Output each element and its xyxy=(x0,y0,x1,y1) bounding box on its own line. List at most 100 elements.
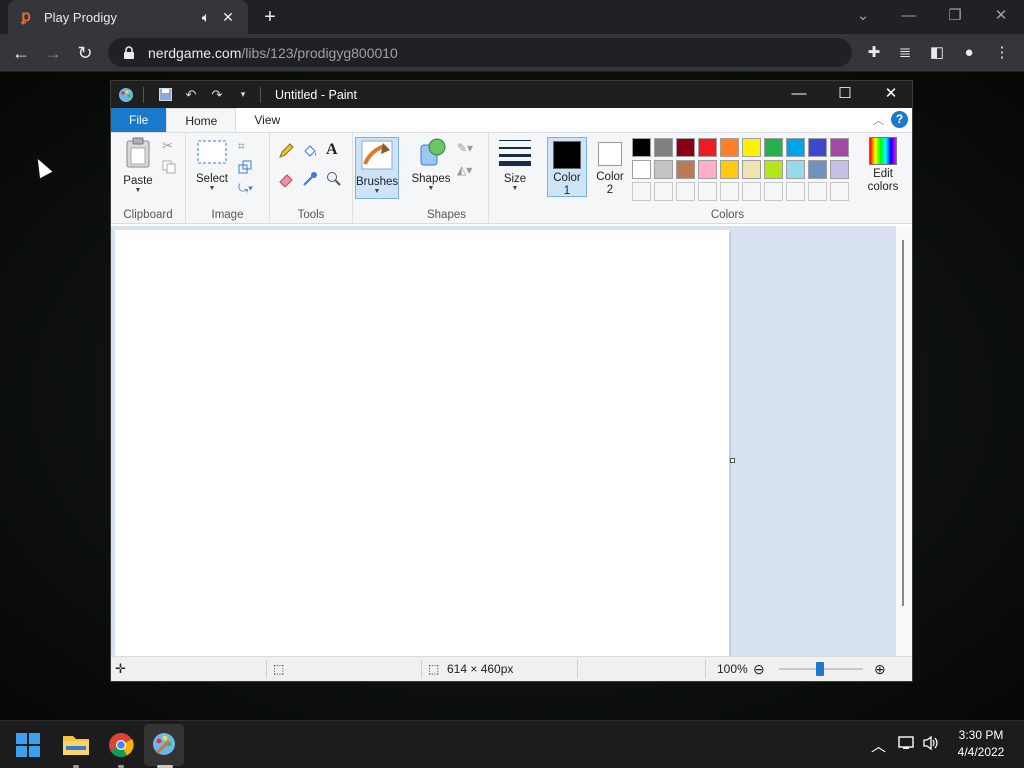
vertical-scrollbar[interactable] xyxy=(896,226,912,656)
palette-swatch[interactable] xyxy=(786,160,805,179)
brushes-label: Brushes xyxy=(356,176,399,188)
text-tool-icon[interactable]: A xyxy=(326,141,342,158)
close-paint-button[interactable]: ✕ xyxy=(868,81,914,108)
brushes-button[interactable]: Brushes ▼ xyxy=(355,137,399,199)
palette-swatch[interactable] xyxy=(742,160,761,179)
address-bar[interactable]: nerdgame.com/libs/123/prodigyg800010 xyxy=(108,38,852,67)
palette-swatch[interactable] xyxy=(764,160,783,179)
edit-colors-button[interactable]: Edit colors xyxy=(862,137,904,194)
maximize-paint-button[interactable]: ☐ xyxy=(822,81,868,108)
side-panel-icon[interactable]: ◧ xyxy=(923,39,951,67)
restore-browser-button[interactable]: ❐ xyxy=(932,0,978,34)
prodigy-icon: ꝑ xyxy=(21,8,31,25)
rotate-icon[interactable]: ⤿▾ xyxy=(238,181,254,197)
paste-button[interactable]: Paste ▼ xyxy=(119,137,157,195)
color1-label: Color xyxy=(553,172,581,184)
palette-custom-slot[interactable] xyxy=(720,182,739,201)
palette-swatch[interactable] xyxy=(698,160,717,179)
copy-icon[interactable] xyxy=(162,160,178,176)
file-explorer-icon[interactable] xyxy=(62,732,94,764)
paint-app-icon[interactable] xyxy=(115,84,137,106)
color1-button[interactable]: Color 1 xyxy=(547,137,587,197)
palette-swatch[interactable] xyxy=(786,138,805,157)
extensions-icon[interactable]: ✚ xyxy=(860,39,888,67)
undo-icon[interactable]: ↶ xyxy=(180,84,202,106)
zoom-slider-thumb[interactable] xyxy=(816,662,824,676)
chrome-icon[interactable] xyxy=(108,732,140,764)
tab-view[interactable]: View xyxy=(236,108,298,132)
clock[interactable]: 3:30 PM 4/4/2022 xyxy=(950,727,1012,761)
eraser-icon[interactable] xyxy=(278,171,294,188)
palette-custom-slot[interactable] xyxy=(632,182,651,201)
customize-toolbar-icon[interactable]: ▾ xyxy=(232,84,254,106)
windows-start-icon[interactable] xyxy=(16,733,48,765)
zoom-in-button[interactable]: ⊕ xyxy=(874,657,886,681)
save-icon[interactable] xyxy=(154,84,176,106)
palette-swatch[interactable] xyxy=(676,138,695,157)
palette-custom-slot[interactable] xyxy=(676,182,695,201)
drawing-canvas[interactable] xyxy=(115,230,729,656)
palette-swatch[interactable] xyxy=(808,160,827,179)
palette-custom-slot[interactable] xyxy=(808,182,827,201)
browser-tab[interactable]: ꝑ Play Prodigy 🔈︎ ✕ xyxy=(8,0,248,34)
paint-taskbar-icon[interactable] xyxy=(151,731,183,763)
profile-icon[interactable]: ● xyxy=(955,39,983,67)
canvas-resize-handle[interactable] xyxy=(730,458,735,463)
resize-icon[interactable] xyxy=(238,160,254,176)
palette-swatch[interactable] xyxy=(830,160,849,179)
volume-icon[interactable] xyxy=(922,735,940,755)
close-tab-icon[interactable]: ✕ xyxy=(218,9,238,26)
reload-button[interactable]: ↻ xyxy=(70,38,100,68)
back-button[interactable]: ← xyxy=(6,38,36,68)
palette-custom-slot[interactable] xyxy=(742,182,761,201)
size-button[interactable]: Size ▼ xyxy=(495,137,535,193)
media-control-icon[interactable]: ≣ xyxy=(891,39,919,67)
palette-swatch[interactable] xyxy=(676,160,695,179)
collapse-ribbon-icon[interactable]: ︿ xyxy=(873,112,884,128)
tab-search-icon[interactable]: ⌄ xyxy=(840,0,886,34)
cut-icon[interactable]: ✂ xyxy=(162,138,178,154)
pencil-icon[interactable] xyxy=(278,143,294,159)
palette-swatch[interactable] xyxy=(698,138,717,157)
minimize-browser-button[interactable]: — xyxy=(886,0,932,34)
crop-icon[interactable]: ⌗ xyxy=(238,139,254,155)
select-button[interactable]: Select ▼ xyxy=(194,137,230,193)
minimize-paint-button[interactable]: — xyxy=(776,81,822,108)
palette-custom-slot[interactable] xyxy=(764,182,783,201)
palette-custom-slot[interactable] xyxy=(786,182,805,201)
shapes-button[interactable]: Shapes ▼ xyxy=(409,137,453,193)
image-group: Select ▼ ⌗ ⤿▾ Image xyxy=(186,133,270,223)
fill-bucket-icon[interactable] xyxy=(302,143,318,159)
outline-icon[interactable]: ✎▾ xyxy=(457,141,473,157)
palette-custom-slot[interactable] xyxy=(654,182,673,201)
show-hidden-icons[interactable]: ︿ xyxy=(871,735,886,756)
palette-custom-slot[interactable] xyxy=(698,182,717,201)
palette-swatch[interactable] xyxy=(830,138,849,157)
tab-home[interactable]: Home xyxy=(166,108,237,132)
palette-swatch[interactable] xyxy=(742,138,761,157)
clock-date: 4/4/2022 xyxy=(957,745,1005,759)
palette-swatch[interactable] xyxy=(720,138,739,157)
forward-button[interactable]: → xyxy=(38,38,68,68)
magnifier-icon[interactable] xyxy=(326,171,342,187)
network-icon[interactable] xyxy=(898,735,916,755)
redo-icon[interactable]: ↷ xyxy=(206,84,228,106)
palette-swatch[interactable] xyxy=(654,160,673,179)
shape-fill-icon[interactable]: ◭▾ xyxy=(457,163,473,179)
close-browser-button[interactable]: ✕ xyxy=(978,0,1024,34)
new-tab-button[interactable]: + xyxy=(258,4,282,30)
tab-file[interactable]: File xyxy=(111,108,167,132)
palette-custom-slot[interactable] xyxy=(830,182,849,201)
palette-swatch[interactable] xyxy=(764,138,783,157)
palette-swatch[interactable] xyxy=(632,160,651,179)
speaker-icon[interactable]: 🔈︎ xyxy=(196,9,216,26)
color2-button[interactable]: Color 2 xyxy=(590,137,630,197)
menu-icon[interactable]: ⋮ xyxy=(988,39,1016,67)
help-icon[interactable]: ? xyxy=(891,111,908,128)
palette-swatch[interactable] xyxy=(808,138,827,157)
palette-swatch[interactable] xyxy=(720,160,739,179)
palette-swatch[interactable] xyxy=(654,138,673,157)
zoom-out-button[interactable]: ⊖ xyxy=(753,657,765,681)
color-picker-icon[interactable] xyxy=(302,171,318,187)
palette-swatch[interactable] xyxy=(632,138,651,157)
